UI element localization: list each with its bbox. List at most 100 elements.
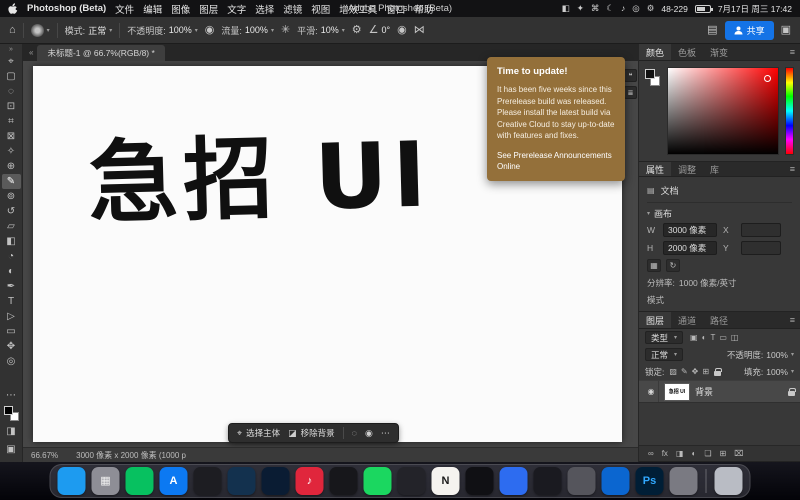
generative-icon[interactable]: ◉ bbox=[365, 428, 373, 439]
apple-menu-icon[interactable] bbox=[8, 3, 18, 15]
menubar-status-icon-3[interactable]: ⌘ bbox=[591, 3, 600, 14]
tab-properties-3[interactable]: 库 bbox=[703, 162, 726, 176]
document-tab[interactable]: 未标题-1 @ 66.7%(RGB/8) * bbox=[37, 45, 164, 61]
color-picker-handle[interactable] bbox=[764, 75, 771, 82]
panel-menu-icon[interactable]: ≡ bbox=[785, 44, 800, 60]
quick-mask-icon[interactable]: ◨ bbox=[2, 424, 21, 439]
finder-dock-icon[interactable] bbox=[58, 467, 86, 495]
photoshop-dock-icon[interactable]: Ps bbox=[636, 467, 664, 495]
toolbar-collapse-icon[interactable]: » bbox=[9, 46, 13, 53]
shape-tool[interactable]: ▭ bbox=[2, 324, 21, 339]
eyedropper-tool[interactable]: ✧ bbox=[2, 144, 21, 159]
adjustment-layer-icon[interactable]: ◐ bbox=[692, 450, 697, 458]
notification-link[interactable]: See Prerelease Announcements Online bbox=[497, 150, 615, 172]
layer-blend-mode-dropdown[interactable]: 正常 ▾ bbox=[645, 348, 683, 361]
dock-app-3-icon[interactable] bbox=[262, 467, 290, 495]
remove-background-button[interactable]: ◪ 移除背景 bbox=[288, 427, 335, 439]
trash-dock-icon[interactable] bbox=[715, 467, 743, 495]
lasso-quick-icon[interactable]: ◌ bbox=[352, 428, 357, 438]
menubar-status-icon-4[interactable]: ☾ bbox=[606, 3, 614, 14]
tab-color-1[interactable]: 颜色 bbox=[639, 44, 671, 60]
app-store-dock-icon[interactable]: A bbox=[160, 467, 188, 495]
home-icon[interactable]: ⌂ bbox=[9, 25, 16, 36]
dock-app-1-icon[interactable] bbox=[194, 467, 222, 495]
flow-dropdown[interactable]: 流量: 100% ▾ bbox=[221, 24, 274, 37]
menubar-status-icon-7[interactable]: ⚙ bbox=[647, 3, 655, 14]
eraser-tool[interactable]: ▱ bbox=[2, 219, 21, 234]
orientation-icon[interactable]: ▦ bbox=[647, 259, 661, 272]
dock-app-9-icon[interactable] bbox=[568, 467, 596, 495]
zoom-tool[interactable]: ◎ bbox=[2, 354, 21, 369]
notion-dock-icon[interactable]: N bbox=[432, 467, 460, 495]
type-tool[interactable]: T bbox=[2, 294, 21, 309]
filter-type-layers-icon[interactable]: T bbox=[710, 334, 715, 342]
menubar-status-icon-1[interactable]: ◧ bbox=[562, 3, 570, 14]
blend-mode-dropdown[interactable]: 模式: 正常 ▾ bbox=[65, 24, 113, 37]
dock-app-2-icon[interactable] bbox=[228, 467, 256, 495]
delete-layer-icon[interactable]: ⌧ bbox=[734, 450, 743, 458]
panel-menu-icon[interactable]: ≡ bbox=[785, 312, 800, 328]
move-tool[interactable]: ⌖ bbox=[2, 54, 21, 69]
tab-color-3[interactable]: 渐变 bbox=[703, 44, 735, 60]
brush-preset-picker[interactable]: ▾ bbox=[31, 24, 50, 37]
x-field[interactable] bbox=[741, 223, 781, 237]
layer-mask-icon[interactable]: ◨ bbox=[676, 450, 684, 458]
layer-fill-control[interactable]: 填充: 100% ▾ bbox=[744, 366, 794, 378]
menubar-menu-3[interactable]: 图像 bbox=[171, 2, 190, 16]
battery-icon[interactable] bbox=[695, 5, 711, 13]
layer-filter-type-dropdown[interactable]: 类型 ▾ bbox=[645, 331, 683, 344]
workspace-switcher-icon[interactable]: ▣ bbox=[781, 25, 791, 36]
layer-row-background[interactable]: ◉ 急招 UI 背景 bbox=[639, 380, 800, 403]
menubar-app-name[interactable]: Photoshop (Beta) bbox=[27, 3, 106, 14]
filter-shape-layers-icon[interactable]: ▭ bbox=[719, 334, 727, 342]
tab-overflow-icon[interactable]: « bbox=[25, 48, 37, 57]
new-layer-icon[interactable]: ⊞ bbox=[720, 450, 727, 458]
brush-angle-field[interactable]: ∠ 0° bbox=[369, 25, 390, 36]
menubar-clock[interactable]: 7月17日 周三 17:42 bbox=[718, 3, 792, 15]
tab-layers-2[interactable]: 通道 bbox=[671, 312, 703, 328]
layer-style-icon[interactable]: fx bbox=[662, 450, 668, 458]
dodge-tool[interactable]: ◐ bbox=[2, 264, 21, 279]
crop-tool[interactable]: ⌗ bbox=[2, 114, 21, 129]
saturation-brightness-picker[interactable] bbox=[667, 67, 779, 155]
gradient-tool[interactable]: ◧ bbox=[2, 234, 21, 249]
menubar-menu-2[interactable]: 编辑 bbox=[143, 2, 162, 16]
spotify-dock-icon[interactable] bbox=[364, 467, 392, 495]
zoom-level[interactable]: 66.67% bbox=[31, 451, 58, 460]
wechat-dock-icon[interactable] bbox=[126, 467, 154, 495]
airbrush-icon[interactable]: ✳ bbox=[281, 25, 290, 36]
menubar-status-icon-5[interactable]: ♪ bbox=[621, 3, 625, 14]
history-brush-tool[interactable]: ↺ bbox=[2, 204, 21, 219]
foreground-color-swatch[interactable] bbox=[645, 69, 655, 79]
pressure-opacity-icon[interactable]: ◉ bbox=[205, 25, 215, 36]
menubar-status-icon-2[interactable]: ✦ bbox=[577, 3, 584, 14]
dock-app-6-icon[interactable] bbox=[466, 467, 494, 495]
hand-tool[interactable]: ✥ bbox=[2, 339, 21, 354]
smoothing-gear-icon[interactable]: ⚙ bbox=[352, 25, 362, 36]
panel-arrange-icon[interactable]: ▤ bbox=[707, 25, 717, 36]
select-subject-button[interactable]: ⌖ 选择主体 bbox=[237, 427, 280, 439]
smoothing-dropdown[interactable]: 平滑: 10% ▾ bbox=[297, 24, 345, 37]
path-selection-tool[interactable]: ▷ bbox=[2, 309, 21, 324]
opacity-dropdown[interactable]: 不透明度: 100% ▾ bbox=[127, 24, 198, 37]
object-selection-tool[interactable]: ⊡ bbox=[2, 99, 21, 114]
screen-mode-icon[interactable]: ▣ bbox=[2, 442, 21, 457]
healing-brush-tool[interactable]: ⊕ bbox=[2, 159, 21, 174]
lasso-tool[interactable]: ◌ bbox=[2, 84, 21, 99]
tab-layers-1[interactable]: 图层 bbox=[639, 312, 671, 328]
y-field[interactable] bbox=[741, 241, 781, 255]
layer-visibility-eye-icon[interactable]: ◉ bbox=[644, 381, 659, 402]
menubar-menu-5[interactable]: 文字 bbox=[227, 2, 246, 16]
pressure-size-icon[interactable]: ◉ bbox=[397, 25, 407, 36]
menubar-menu-7[interactable]: 滤镜 bbox=[283, 2, 302, 16]
dock-app-4-icon[interactable] bbox=[330, 467, 358, 495]
color-swatches[interactable] bbox=[4, 406, 19, 421]
dock-app-11-icon[interactable] bbox=[670, 467, 698, 495]
marquee-tool[interactable]: ▢ bbox=[2, 69, 21, 84]
symmetry-icon[interactable]: ⋈ bbox=[414, 25, 425, 36]
dock-app-10-icon[interactable] bbox=[602, 467, 630, 495]
document-properties-row[interactable]: ▤ 文档 bbox=[647, 182, 792, 199]
filter-smart-objects-icon[interactable]: ◫ bbox=[731, 334, 739, 342]
layer-group-icon[interactable]: ❏ bbox=[704, 450, 711, 458]
blur-tool[interactable]: ◔ bbox=[2, 249, 21, 264]
